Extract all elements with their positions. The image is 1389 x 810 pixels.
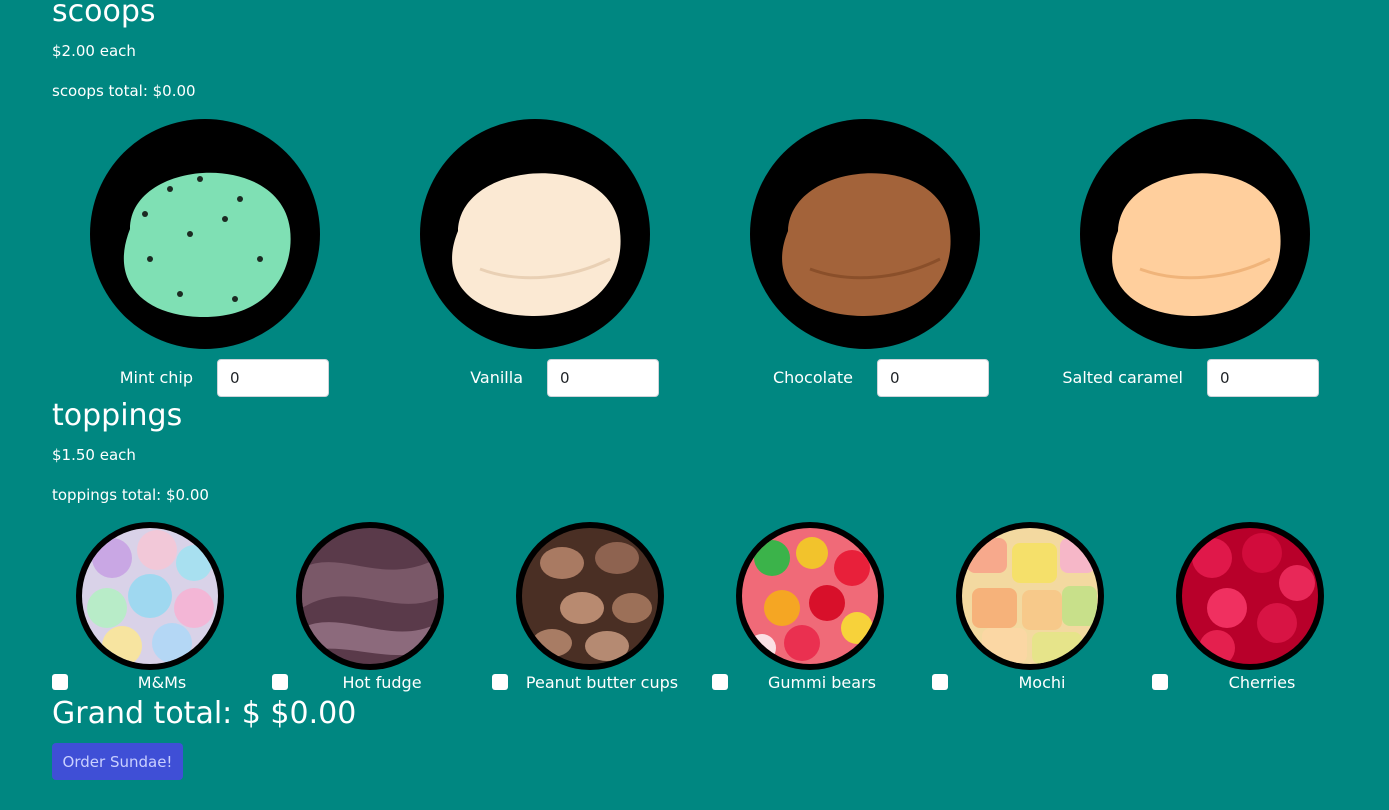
- cherries-topping-image: [1176, 522, 1324, 670]
- mms-topping-image: [76, 522, 224, 670]
- mochi-icon: [962, 528, 1098, 664]
- chocolate-scoop-icon: [782, 173, 951, 317]
- toppings-price: $1.50 each: [52, 446, 136, 464]
- gummi-bears-icon: [742, 528, 878, 664]
- mms-checkbox[interactable]: [52, 674, 68, 690]
- hot-fudge-checkbox[interactable]: [272, 674, 288, 690]
- toppings-title: toppings: [52, 398, 183, 433]
- chocolate-scoop-image: [750, 119, 980, 349]
- hot-fudge-icon: [302, 528, 438, 664]
- scoops-title: scoops: [52, 0, 156, 29]
- scoops-total: scoops total: $0.00: [52, 82, 196, 100]
- gummi-bears-label: Gummi bears: [768, 673, 876, 692]
- mochi-topping-image: [956, 522, 1104, 670]
- mint-chip-scoop-icon: [123, 172, 291, 318]
- vanilla-quantity-input[interactable]: [547, 359, 659, 397]
- vanilla-scoop-image: [420, 119, 650, 349]
- cherries-label: Cherries: [1228, 673, 1296, 692]
- gummi-bears-checkbox[interactable]: [712, 674, 728, 690]
- mms-label: M&Ms: [137, 673, 187, 692]
- peanut-butter-cups-checkbox[interactable]: [492, 674, 508, 690]
- mint-chip-quantity-input[interactable]: [217, 359, 329, 397]
- hot-fudge-topping-image: [296, 522, 444, 670]
- hot-fudge-label: Hot fudge: [342, 673, 422, 692]
- gummi-bears-topping-image: [736, 522, 884, 670]
- mms-topping-icon: [82, 528, 218, 664]
- scoops-price: $2.00 each: [52, 42, 136, 60]
- order-sundae-button[interactable]: Order Sundae!: [52, 743, 183, 780]
- vanilla-scoop-icon: [452, 173, 621, 317]
- peanut-butter-cups-icon: [522, 528, 658, 664]
- cherries-icon: [1182, 528, 1318, 664]
- salted-caramel-label: Salted caramel: [1062, 368, 1183, 387]
- mochi-checkbox[interactable]: [932, 674, 948, 690]
- vanilla-label: Vanilla: [470, 368, 523, 387]
- mint-chip-scoop-image: [90, 119, 320, 349]
- mint-chip-label: Mint chip: [119, 368, 193, 387]
- grand-total: Grand total: $ $0.00: [52, 696, 357, 731]
- cherries-checkbox[interactable]: [1152, 674, 1168, 690]
- mochi-label: Mochi: [1018, 673, 1066, 692]
- chocolate-quantity-input[interactable]: [877, 359, 989, 397]
- chocolate-label: Chocolate: [772, 368, 853, 387]
- peanut-butter-cups-label: Peanut butter cups: [525, 673, 679, 692]
- salted-caramel-quantity-input[interactable]: [1207, 359, 1319, 397]
- salted-caramel-scoop-icon: [1112, 173, 1281, 317]
- salted-caramel-scoop-image: [1080, 119, 1310, 349]
- peanut-butter-cups-topping-image: [516, 522, 664, 670]
- toppings-total: toppings total: $0.00: [52, 486, 209, 504]
